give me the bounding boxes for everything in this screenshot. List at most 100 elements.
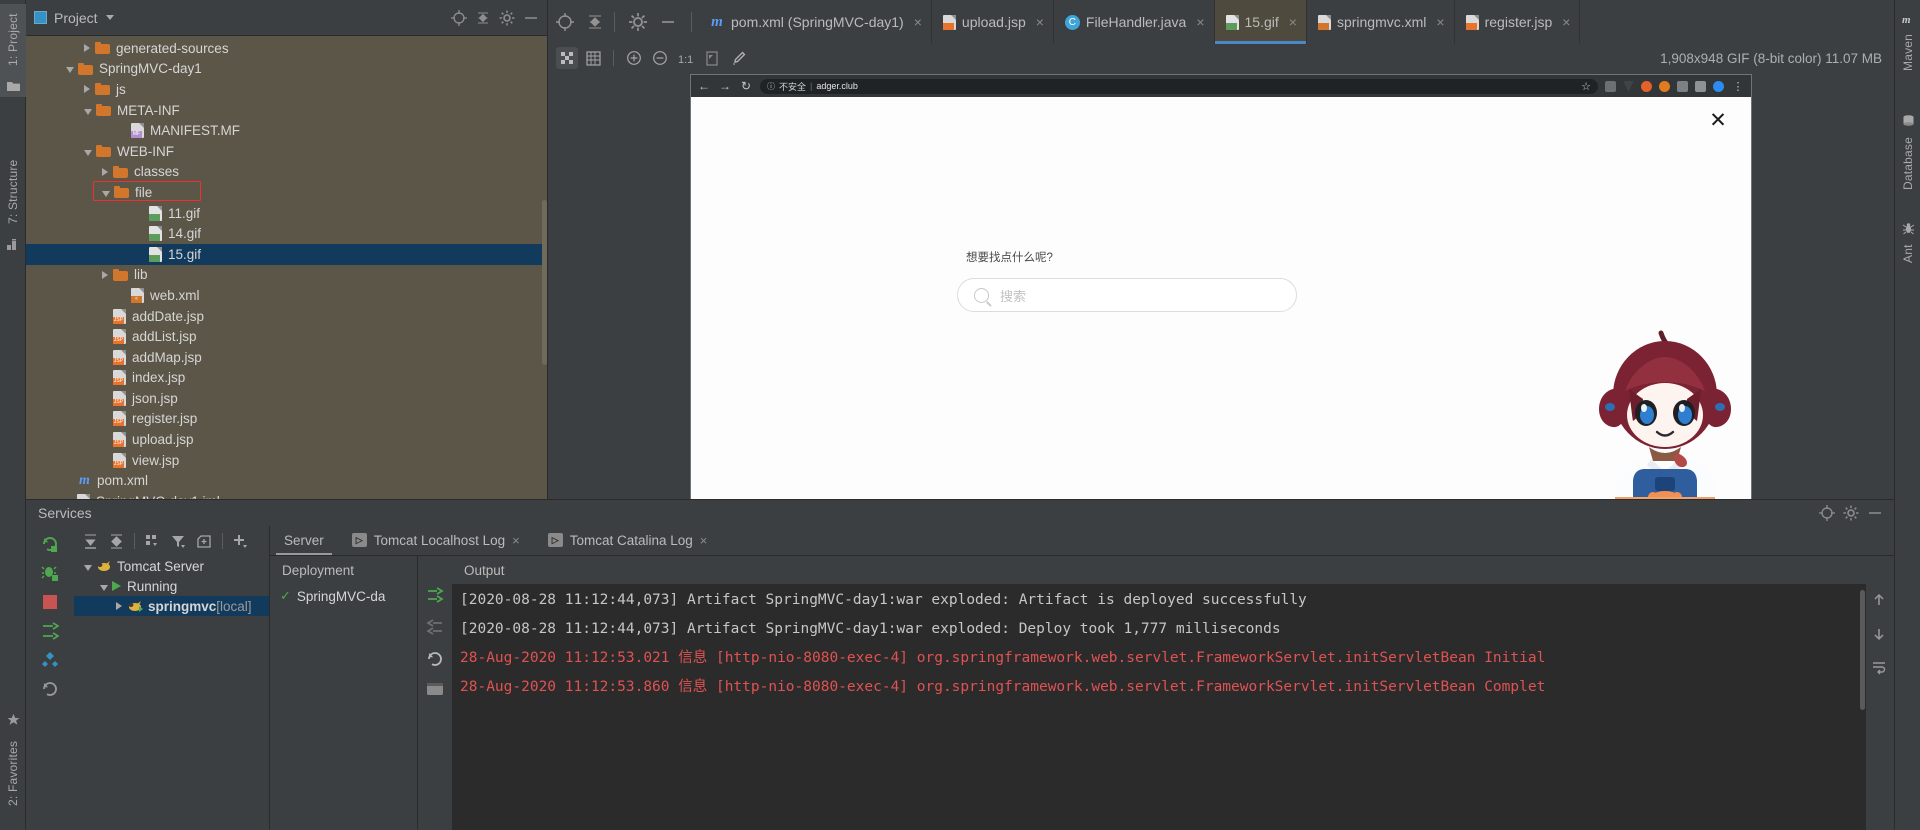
chevron-down-icon[interactable]: [105, 15, 114, 20]
locate-target-icon[interactable]: [1818, 504, 1836, 522]
collapse-arrow-icon[interactable]: [66, 67, 74, 74]
zoom-in-icon[interactable]: [623, 47, 645, 69]
tree-node-classes[interactable]: classes: [26, 162, 548, 183]
color-picker-icon[interactable]: [727, 47, 749, 69]
tree-node-view.jsp[interactable]: JSP view.jsp: [26, 450, 548, 471]
tree-node-web.xml[interactable]: < web.xml: [26, 285, 548, 306]
hide-panel-icon[interactable]: [522, 9, 540, 27]
console-tab-tomcat-catalina-log[interactable]: ▷ Tomcat Catalina Log ×: [534, 525, 722, 555]
collapse-arrow-icon[interactable]: [84, 564, 92, 571]
add-tab-icon[interactable]: [196, 533, 213, 550]
redeploy-icon[interactable]: [41, 622, 59, 640]
tree-node-file[interactable]: file: [26, 182, 548, 203]
undeploy-arrow-icon[interactable]: [426, 618, 444, 636]
add-service-icon[interactable]: [232, 533, 249, 550]
tree-node-pom.xml[interactable]: m pom.xml: [26, 470, 548, 491]
sidebar-item-structure[interactable]: 7: Structure: [0, 150, 26, 255]
collapse-arrow-icon[interactable]: [100, 584, 108, 591]
expand-all-icon[interactable]: [82, 533, 99, 550]
editor-tab-springmvc.xml[interactable]: springmvc.xml ×: [1307, 0, 1455, 44]
transparency-chessboard-icon[interactable]: [556, 47, 578, 69]
locate-target-icon[interactable]: [552, 9, 578, 35]
debug-icon[interactable]: [41, 564, 59, 582]
grid-icon[interactable]: [582, 47, 604, 69]
hide-panel-icon[interactable]: [1866, 504, 1884, 522]
expand-arrow-icon[interactable]: [84, 85, 90, 94]
close-icon[interactable]: ×: [700, 533, 708, 548]
filter-icon[interactable]: [170, 533, 187, 550]
actual-size-1-1-icon[interactable]: 1:1: [675, 47, 697, 69]
collapse-all-icon[interactable]: [108, 533, 125, 550]
expand-arrow-icon[interactable]: [102, 167, 108, 176]
tree-node-adddate.jsp[interactable]: JSP addDate.jsp: [26, 306, 548, 327]
services-tree-node-springmvc[interactable]: springmvc [local]: [74, 596, 269, 616]
collapse-all-icon[interactable]: [474, 9, 492, 27]
expand-arrow-icon[interactable]: [116, 602, 122, 610]
tree-node-register.jsp[interactable]: JSP register.jsp: [26, 409, 548, 430]
tree-node-meta-inf[interactable]: META-INF: [26, 100, 548, 121]
scroll-up-icon[interactable]: [1871, 592, 1889, 610]
sidebar-item-database[interactable]: Database: [1895, 110, 1920, 197]
stop-icon[interactable]: [41, 593, 59, 611]
tree-node-addlist.jsp[interactable]: JSP addList.jsp: [26, 326, 548, 347]
deploy-arrow-icon[interactable]: [426, 586, 444, 604]
services-tree-node-running[interactable]: Running: [74, 576, 269, 596]
locate-target-icon[interactable]: [450, 9, 468, 27]
settings-gear-icon[interactable]: [498, 9, 516, 27]
tree-node-json.jsp[interactable]: JSP json.jsp: [26, 388, 548, 409]
sidebar-item-favorites[interactable]: 2: Favorites: [0, 709, 26, 816]
close-icon[interactable]: ×: [914, 14, 922, 30]
scroll-down-icon[interactable]: [1871, 626, 1889, 644]
settings-gear-icon[interactable]: [625, 9, 651, 35]
tree-node-index.jsp[interactable]: JSP index.jsp: [26, 368, 548, 389]
tree-node-springmvc-day1[interactable]: SpringMVC-day1: [26, 59, 548, 80]
tree-node-15.gif[interactable]: 15.gif: [26, 243, 548, 265]
browser-icon[interactable]: [426, 682, 444, 700]
editor-tab-register.jsp[interactable]: register.jsp ×: [1455, 0, 1581, 44]
refresh-icon[interactable]: [426, 650, 444, 668]
services-tree[interactable]: Tomcat Server Running springmvc [local]: [74, 556, 269, 616]
tree-node-web-inf[interactable]: WEB-INF: [26, 141, 548, 162]
soft-wrap-icon[interactable]: [1871, 660, 1889, 678]
tree-node-generated-sources[interactable]: generated-sources: [26, 38, 548, 59]
console-tab-tomcat-localhost-log[interactable]: ▷ Tomcat Localhost Log ×: [338, 525, 534, 555]
close-icon[interactable]: ×: [1436, 14, 1444, 30]
tree-node-js[interactable]: js: [26, 79, 548, 100]
collapse-arrow-icon[interactable]: [84, 108, 92, 115]
collapse-all-icon[interactable]: [582, 9, 608, 35]
tree-node-manifest.mf[interactable]: MF MANIFEST.MF: [26, 120, 548, 141]
settings-gear-icon[interactable]: [1842, 504, 1860, 522]
collapse-arrow-icon[interactable]: [102, 190, 110, 197]
sidebar-item-maven[interactable]: m Maven: [1895, 8, 1920, 75]
refresh-icon[interactable]: [41, 680, 59, 698]
deployment-row[interactable]: ✓ SpringMVC-da: [270, 584, 417, 608]
deploy-all-icon[interactable]: [41, 651, 59, 669]
group-by-icon[interactable]: [144, 533, 161, 550]
editor-tab-pom.xml[interactable]: m pom.xml (SpringMVC-day1) ×: [698, 0, 932, 44]
close-icon[interactable]: ×: [1289, 14, 1297, 30]
editor-tab-upload.jsp[interactable]: upload.jsp ×: [932, 0, 1054, 44]
sidebar-item-ant[interactable]: Ant: [1895, 218, 1920, 269]
console-output[interactable]: [2020-08-28 11:12:44,073] Artifact Sprin…: [452, 584, 1894, 830]
close-icon[interactable]: ×: [1036, 14, 1044, 30]
tree-node-lib[interactable]: lib: [26, 265, 548, 286]
services-tree-node-tomcat-server[interactable]: Tomcat Server: [74, 556, 269, 576]
fit-to-window-icon[interactable]: [701, 47, 723, 69]
close-icon[interactable]: ×: [512, 533, 520, 548]
tree-node-upload.jsp[interactable]: JSP upload.jsp: [26, 429, 548, 450]
expand-arrow-icon[interactable]: [102, 270, 108, 279]
tree-node-addmap.jsp[interactable]: JSP addMap.jsp: [26, 347, 548, 368]
project-tree[interactable]: generated-sources SpringMVC-day1 js META-IN…: [26, 36, 548, 500]
hide-panel-icon[interactable]: [655, 9, 681, 35]
close-icon[interactable]: ×: [1196, 14, 1204, 30]
tree-node-11.gif[interactable]: 11.gif: [26, 203, 548, 224]
image-canvas[interactable]: ← → ↻ ⓘ 不安全 | adger.club ☆ ⋮ ✕ 想要找点什么呢? …: [548, 72, 1894, 512]
tree-node-14.gif[interactable]: 14.gif: [26, 223, 548, 244]
zoom-out-icon[interactable]: [649, 47, 671, 69]
collapse-arrow-icon[interactable]: [84, 149, 92, 156]
editor-tab-15.gif[interactable]: 15.gif ×: [1214, 0, 1307, 44]
console-scrollbar[interactable]: [1860, 590, 1865, 710]
editor-tab-filehandler.java[interactable]: C FileHandler.java ×: [1054, 0, 1215, 44]
console-tab-server[interactable]: Server: [270, 525, 338, 555]
rerun-icon[interactable]: [41, 535, 59, 553]
